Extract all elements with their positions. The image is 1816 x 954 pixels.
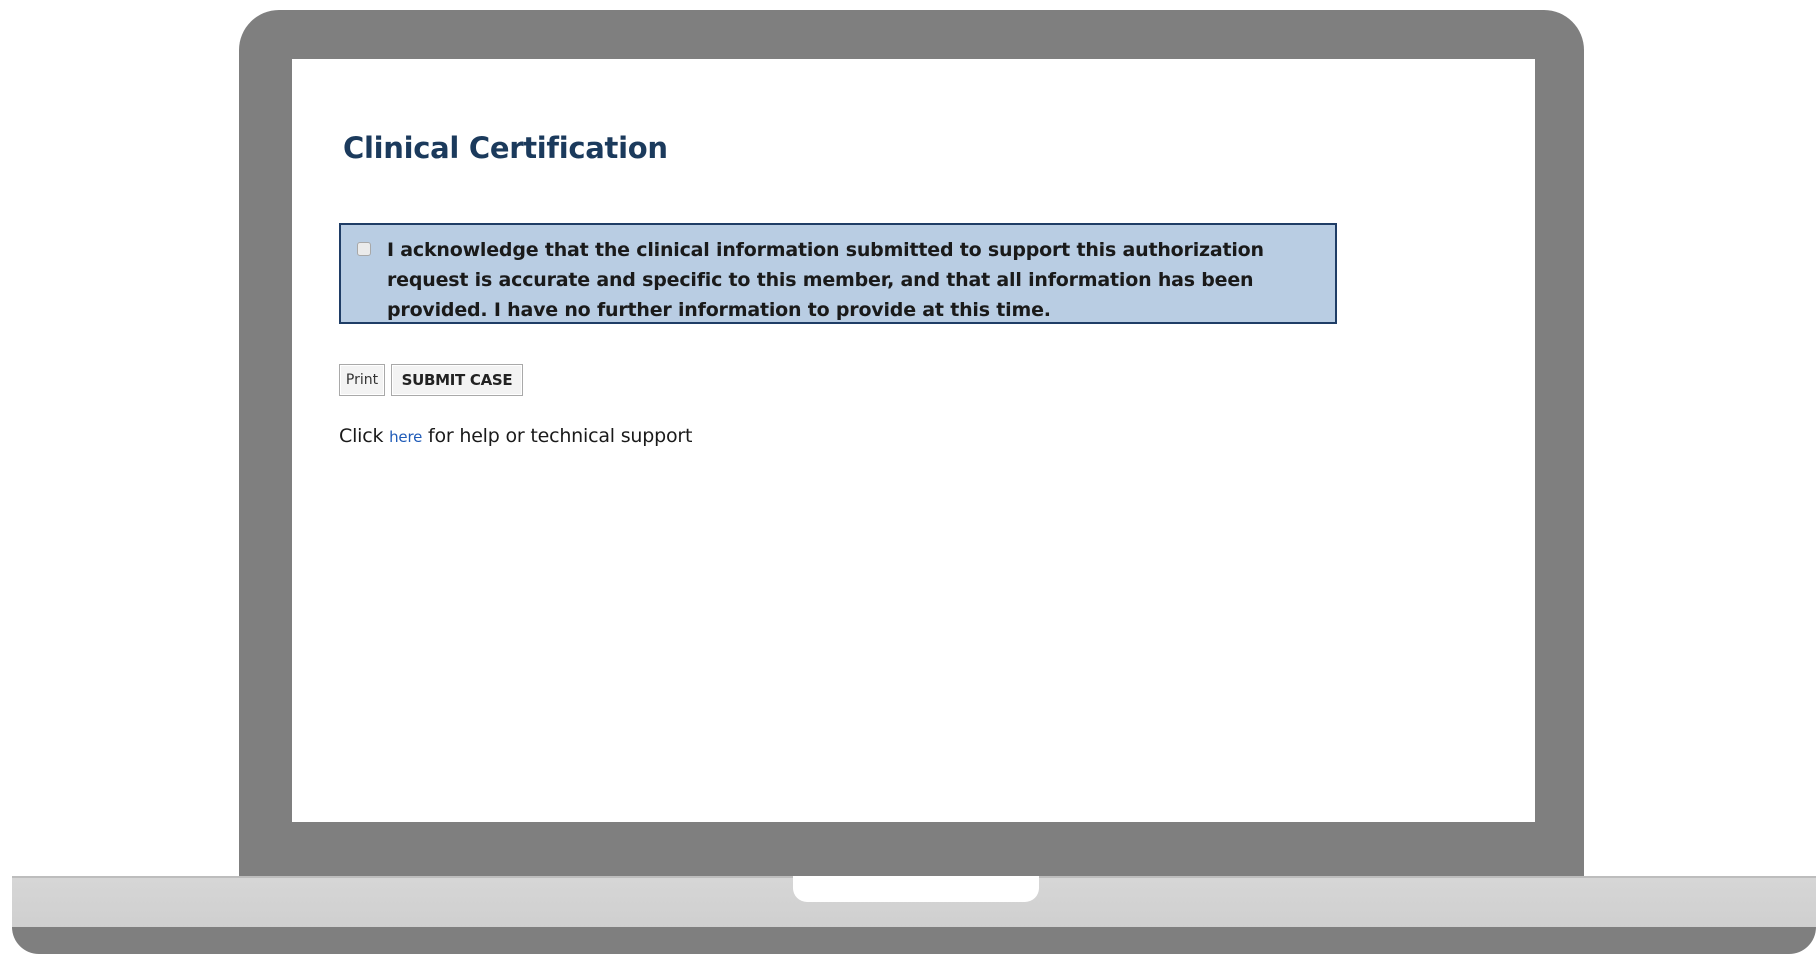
help-link[interactable]: here [389,428,422,446]
laptop-mockup: Clinical Certification I acknowledge tha… [0,0,1816,954]
action-buttons: Print SUBMIT CASE [339,364,523,396]
acknowledgement-text: I acknowledge that the clinical informat… [387,239,1264,321]
laptop-base-edge [12,927,1816,954]
help-suffix: for help or technical support [427,425,693,447]
page-title: Clinical Certification [343,131,668,165]
laptop-notch [793,876,1039,902]
submit-case-button[interactable]: SUBMIT CASE [391,364,523,396]
help-prefix: Click [339,425,384,447]
laptop-screen: Clinical Certification I acknowledge tha… [292,59,1535,822]
acknowledgement-checkbox[interactable] [357,242,371,256]
acknowledgement-panel: I acknowledge that the clinical informat… [339,223,1337,324]
help-text: Click here for help or technical support [339,425,692,447]
print-button[interactable]: Print [339,364,385,396]
